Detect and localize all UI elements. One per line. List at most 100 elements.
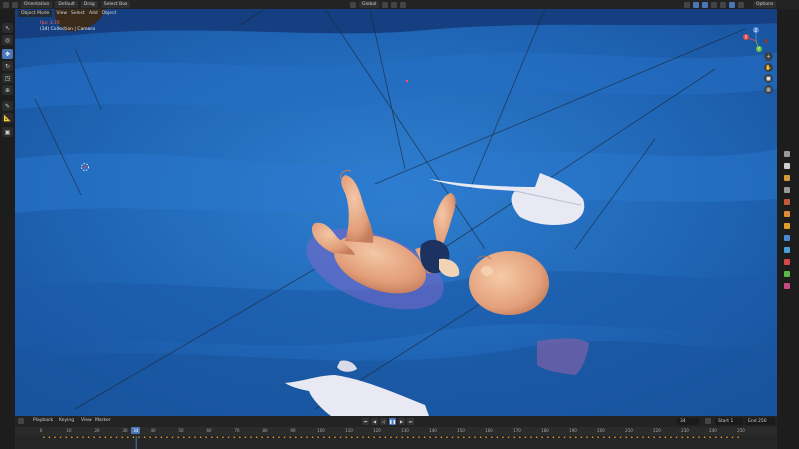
- keyframe-marker[interactable]: [429, 436, 431, 438]
- options-dropdown[interactable]: Options: [753, 1, 777, 8]
- keyframe-marker[interactable]: [720, 436, 723, 438]
- keyframe-marker[interactable]: [513, 436, 515, 438]
- keyframe-marker[interactable]: [211, 436, 213, 438]
- keyframe-marker[interactable]: [395, 436, 398, 438]
- keyframe-marker[interactable]: [608, 436, 611, 438]
- keyframe-marker[interactable]: [440, 436, 443, 438]
- keyframe-marker[interactable]: [737, 436, 739, 438]
- keyframe-marker[interactable]: [323, 436, 325, 438]
- keyframe-marker[interactable]: [384, 436, 387, 438]
- keyframe-marker[interactable]: [59, 436, 62, 438]
- material-properties-icon[interactable]: [784, 283, 790, 289]
- keyframe-marker[interactable]: [272, 436, 275, 438]
- keyframe-marker[interactable]: [698, 436, 700, 438]
- transform-tool-icon[interactable]: ⊕: [2, 85, 13, 95]
- keyframe-marker[interactable]: [379, 436, 381, 438]
- keyframe-marker[interactable]: [233, 436, 235, 438]
- keyframe-marker[interactable]: [653, 436, 655, 438]
- keyframe-marker[interactable]: [703, 436, 706, 438]
- keyframe-marker[interactable]: [160, 436, 163, 438]
- keyframe-marker[interactable]: [177, 436, 179, 438]
- scale-tool-icon[interactable]: ◳: [2, 73, 13, 83]
- render-properties-icon[interactable]: [784, 163, 790, 169]
- keyframe-marker[interactable]: [423, 436, 426, 438]
- keyframe-marker[interactable]: [261, 436, 263, 438]
- keyframe-marker[interactable]: [289, 436, 291, 438]
- keyframe-marker[interactable]: [132, 436, 135, 438]
- keyframe-marker[interactable]: [87, 436, 90, 438]
- keyframe-marker[interactable]: [283, 436, 286, 438]
- keyframe-marker[interactable]: [48, 436, 51, 438]
- keyframe-marker[interactable]: [625, 436, 627, 438]
- modifier-properties-icon[interactable]: [784, 235, 790, 241]
- keyframe-marker[interactable]: [127, 436, 129, 438]
- play-reverse-icon[interactable]: ◁: [380, 418, 387, 425]
- keyframe-marker[interactable]: [502, 436, 504, 438]
- keyframe-marker[interactable]: [188, 436, 191, 438]
- keyframe-marker[interactable]: [552, 436, 555, 438]
- keyframe-marker[interactable]: [524, 436, 527, 438]
- keyframe-marker[interactable]: [328, 436, 331, 438]
- keyframe-marker[interactable]: [367, 436, 370, 438]
- keyframe-marker[interactable]: [121, 436, 123, 438]
- global-dropdown[interactable]: Global: [359, 1, 380, 8]
- keyframe-marker[interactable]: [435, 436, 437, 438]
- keyframe-marker[interactable]: [558, 436, 560, 438]
- keyframe-marker[interactable]: [636, 436, 639, 438]
- rotate-tool-icon[interactable]: ↻: [2, 61, 13, 71]
- keyframe-marker[interactable]: [244, 436, 247, 438]
- keyframe-marker[interactable]: [93, 436, 95, 438]
- keyframe-marker[interactable]: [255, 436, 258, 438]
- keyframe-marker[interactable]: [614, 436, 616, 438]
- keyframe-marker[interactable]: [541, 436, 543, 438]
- hand-icon[interactable]: ✋: [764, 63, 773, 72]
- keyframe-marker[interactable]: [418, 436, 420, 438]
- keyframe-marker[interactable]: [659, 436, 661, 438]
- tool-properties-icon[interactable]: [784, 151, 790, 157]
- keyframe-marker[interactable]: [575, 436, 577, 438]
- keyframe-marker[interactable]: [390, 436, 392, 438]
- cursor-tool-icon[interactable]: ◎: [2, 35, 13, 45]
- scene-properties-icon[interactable]: [784, 199, 790, 205]
- move-tool-icon[interactable]: ✥: [2, 49, 13, 59]
- gizmo-toggle-icon[interactable]: [693, 1, 699, 8]
- editor-type-icon[interactable]: [3, 1, 9, 8]
- pivot-icon[interactable]: [350, 1, 356, 8]
- keyframe-marker[interactable]: [250, 436, 252, 438]
- keyframe-marker[interactable]: [143, 436, 146, 438]
- keyframe-marker[interactable]: [563, 436, 566, 438]
- keyframe-marker[interactable]: [463, 436, 465, 438]
- keyframe-marker[interactable]: [485, 436, 487, 438]
- marker-menu[interactable]: Marker: [95, 418, 111, 423]
- zoom-icon[interactable]: +: [764, 52, 773, 61]
- keyframe-marker[interactable]: [457, 436, 459, 438]
- jump-end-icon[interactable]: ⏭: [407, 418, 414, 425]
- 3d-viewport[interactable]: [15, 9, 777, 416]
- keyframe-marker[interactable]: [104, 436, 107, 438]
- keyframe-marker[interactable]: [356, 436, 359, 438]
- falloff-icon[interactable]: [400, 1, 407, 8]
- keyframe-marker[interactable]: [468, 436, 471, 438]
- solid-shading-icon[interactable]: [720, 1, 726, 8]
- keyframe-marker[interactable]: [115, 436, 118, 438]
- keyframe-marker[interactable]: [267, 436, 269, 438]
- keyframe-marker[interactable]: [149, 436, 151, 438]
- menu-select[interactable]: Select: [71, 11, 85, 16]
- keyframe-marker[interactable]: [138, 436, 140, 438]
- keyframe-marker[interactable]: [407, 436, 409, 438]
- overlay-toggle-icon[interactable]: [702, 1, 708, 8]
- keyframe-marker[interactable]: [726, 436, 728, 438]
- world-properties-icon[interactable]: [784, 211, 790, 217]
- current-frame-badge[interactable]: 34: [131, 427, 141, 434]
- xray-icon[interactable]: [711, 1, 717, 8]
- keyframe-marker[interactable]: [334, 436, 336, 438]
- prev-keyframe-icon[interactable]: ◀: [371, 418, 378, 425]
- keyframe-marker[interactable]: [54, 436, 56, 438]
- keyframe-marker[interactable]: [474, 436, 476, 438]
- keyframe-marker[interactable]: [300, 436, 303, 438]
- light-marker[interactable]: [405, 79, 409, 83]
- keyframe-marker[interactable]: [642, 436, 644, 438]
- start-frame-field[interactable]: Start 1: [715, 418, 743, 425]
- mode-dropdown[interactable]: Object Mode: [18, 10, 53, 17]
- keyframe-marker[interactable]: [603, 436, 605, 438]
